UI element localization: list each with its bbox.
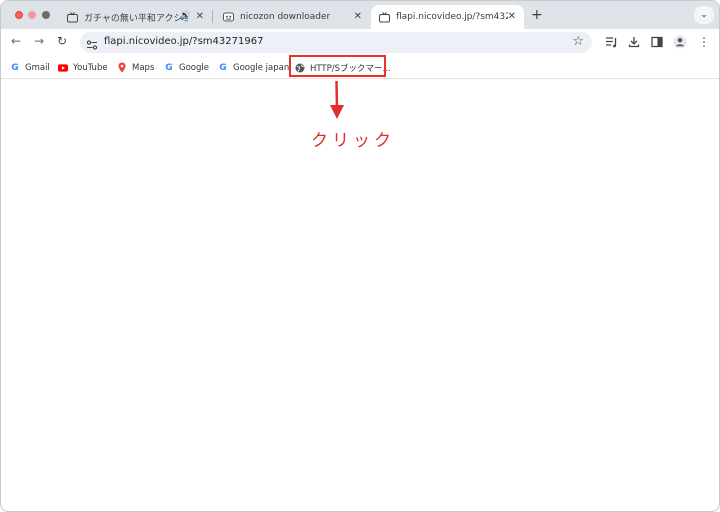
google-icon: G	[11, 62, 19, 73]
bookmark-label: YouTube	[73, 62, 108, 73]
profile-avatar-icon[interactable]	[672, 34, 688, 50]
forward-button[interactable]: →	[31, 33, 47, 49]
close-tab-icon[interactable]: ✕	[508, 11, 516, 22]
side-panel-icon[interactable]	[649, 34, 665, 50]
tab-nicozon[interactable]: nicozon downloader ✕	[213, 5, 370, 29]
bookmark-maps[interactable]: Maps	[117, 61, 154, 74]
tab-search-button[interactable]: ⌄	[694, 6, 714, 24]
close-tab-icon[interactable]: ✕	[196, 11, 204, 22]
reading-list-icon[interactable]	[603, 34, 619, 50]
url-text[interactable]: flapi.nicovideo.jp/?sm43271967	[104, 36, 263, 47]
tab-title: nicozon downloader	[240, 12, 331, 22]
bookmark-youtube[interactable]: YouTube	[58, 61, 108, 74]
tab-gacha[interactable]: ガチャの無い平和アクション 🔊 ✕	[59, 5, 212, 29]
google-icon: G	[219, 62, 227, 73]
bookmark-google-japan[interactable]: G Google japan	[218, 61, 289, 74]
bookmark-label: Google	[179, 62, 209, 73]
back-button[interactable]: ←	[8, 33, 24, 49]
bookmark-label: Google japan	[233, 62, 290, 73]
address-bar[interactable]: flapi.nicovideo.jp/?sm43271967 ☆	[80, 32, 592, 53]
nicozon-icon	[223, 12, 234, 23]
annotation-click-label: クリック	[311, 131, 395, 151]
tab-title: flapi.nicovideo.jp/?sm43271967	[396, 12, 508, 22]
reload-button[interactable]: ↻	[54, 33, 70, 49]
star-icon[interactable]: ☆	[572, 34, 584, 49]
arrow-down-icon	[330, 81, 344, 119]
speaker-icon[interactable]: 🔊	[180, 11, 191, 21]
browser-window: ガチャの無い平和アクション 🔊 ✕ nicozon downloader ✕ f…	[0, 0, 720, 512]
minimize-window-button[interactable]	[28, 11, 36, 19]
tv-icon	[379, 11, 390, 23]
new-tab-button[interactable]: +	[531, 7, 543, 23]
google-icon: G	[165, 62, 173, 73]
site-info-icon[interactable]	[86, 36, 98, 50]
close-tab-icon[interactable]: ✕	[354, 11, 362, 22]
tv-icon	[67, 11, 78, 23]
bookmark-label: Gmail	[25, 62, 50, 73]
bookmark-gmail[interactable]: G Gmail	[10, 61, 50, 74]
bookmark-google[interactable]: G Google	[164, 61, 209, 74]
maps-pin-icon	[117, 62, 127, 73]
close-window-button[interactable]	[15, 11, 23, 19]
download-icon[interactable]	[626, 34, 642, 50]
highlight-box	[289, 55, 386, 77]
tab-title: ガチャの無い平和アクション	[84, 13, 188, 24]
toolbar: ← → ↻ flapi.nicovideo.jp/?sm43271967 ☆ ⋮	[1, 29, 719, 56]
tab-strip: ガチャの無い平和アクション 🔊 ✕ nicozon downloader ✕ f…	[1, 1, 719, 29]
tab-flapi-active[interactable]: flapi.nicovideo.jp/?sm43271967 ✕	[371, 5, 524, 29]
youtube-icon	[58, 63, 68, 73]
zoom-window-button[interactable]	[42, 11, 50, 19]
more-menu-icon[interactable]: ⋮	[696, 34, 712, 50]
bookmark-label: Maps	[132, 62, 155, 73]
